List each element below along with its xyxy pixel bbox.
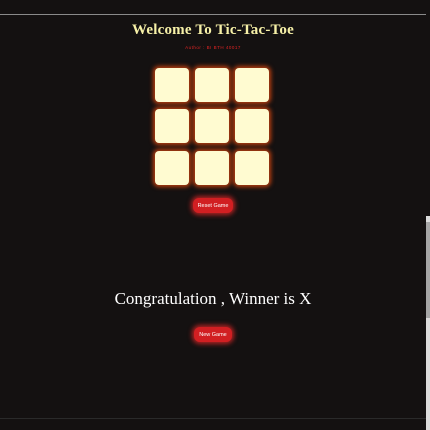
new-game-button[interactable]: New Game: [194, 327, 232, 342]
scrollbar-thumb[interactable]: [426, 222, 430, 318]
bottom-divider: [0, 418, 426, 419]
board-cell-5[interactable]: [195, 109, 229, 143]
top-divider: [0, 14, 426, 15]
reset-game-button[interactable]: Reset Game: [193, 198, 233, 213]
board-cell-3[interactable]: [235, 68, 269, 102]
board-cell-9[interactable]: [235, 151, 269, 185]
board-cell-4[interactable]: [155, 109, 189, 143]
board-cell-7[interactable]: [155, 151, 189, 185]
board-cell-2[interactable]: [195, 68, 229, 102]
board-cell-8[interactable]: [195, 151, 229, 185]
page-title: Welcome To Tic-Tac-Toe: [132, 22, 294, 38]
board-cell-6[interactable]: [235, 109, 269, 143]
author-credit: Author : BI BTH 40017: [185, 45, 241, 50]
winner-message: Congratulation , Winner is X: [114, 289, 312, 308]
game-board: [155, 68, 271, 188]
board-cell-1[interactable]: [155, 68, 189, 102]
